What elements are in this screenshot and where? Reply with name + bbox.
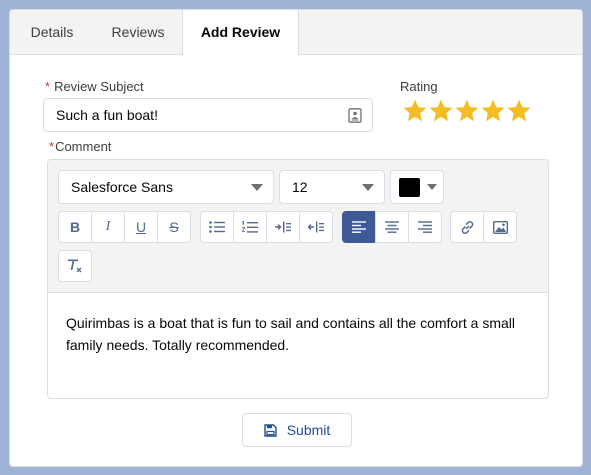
review-card: Details Reviews Add Review * Review Subje… xyxy=(9,9,583,467)
strikethrough-icon: S xyxy=(169,219,179,235)
outdent-icon xyxy=(308,221,324,233)
align-right-icon xyxy=(418,221,432,233)
star-rating xyxy=(402,98,532,129)
tab-bar: Details Reviews Add Review xyxy=(10,10,582,56)
link-icon xyxy=(461,220,473,234)
star-icon[interactable] xyxy=(454,98,480,124)
align-left-icon xyxy=(352,221,366,233)
clear-format-group xyxy=(58,250,92,282)
chevron-down-icon xyxy=(362,184,374,191)
font-size-value: 12 xyxy=(292,179,308,195)
review-subject-input[interactable] xyxy=(43,98,373,132)
save-icon xyxy=(264,423,277,437)
font-family-select[interactable]: Salesforce Sans xyxy=(58,170,274,204)
chevron-down-icon xyxy=(251,184,263,191)
alignment-button-group xyxy=(342,211,442,243)
list-button-group xyxy=(200,211,333,243)
indent-icon xyxy=(275,221,291,233)
insert-button-group xyxy=(450,211,517,243)
outdent-button[interactable] xyxy=(299,211,333,243)
comment-label: *Comment xyxy=(49,139,111,154)
review-subject-label-text: Review Subject xyxy=(54,79,144,94)
required-marker: * xyxy=(49,139,55,154)
numbered-list-icon xyxy=(242,220,258,233)
format-button-group: B I U S xyxy=(58,211,191,243)
submit-button[interactable]: Submit xyxy=(242,413,352,447)
insert-image-button[interactable] xyxy=(483,211,517,243)
chevron-down-icon xyxy=(427,184,437,190)
numbered-list-button[interactable] xyxy=(233,211,267,243)
font-family-value: Salesforce Sans xyxy=(71,179,173,195)
align-left-button[interactable] xyxy=(342,211,376,243)
insert-link-button[interactable] xyxy=(450,211,484,243)
align-center-button[interactable] xyxy=(375,211,409,243)
color-swatch xyxy=(399,178,420,197)
comment-label-text: Comment xyxy=(55,139,112,154)
clear-formatting-button[interactable] xyxy=(58,250,92,282)
rating-label: Rating xyxy=(400,79,438,94)
clear-formatting-icon xyxy=(68,259,82,273)
star-icon[interactable] xyxy=(506,98,532,124)
rich-text-editor: Salesforce Sans 12 B I U S Quirimbas is … xyxy=(47,159,549,399)
review-subject-label: * Review Subject xyxy=(45,79,144,94)
tab-add-review[interactable]: Add Review xyxy=(182,10,299,56)
bulleted-list-icon xyxy=(209,221,225,233)
star-icon[interactable] xyxy=(480,98,506,124)
underline-icon: U xyxy=(135,219,147,235)
italic-icon: I xyxy=(105,219,111,234)
star-icon[interactable] xyxy=(402,98,428,124)
editor-content[interactable]: Quirimbas is a boat that is fun to sail … xyxy=(66,312,536,356)
indent-button[interactable] xyxy=(266,211,300,243)
italic-button[interactable]: I xyxy=(91,211,125,243)
tab-reviews[interactable]: Reviews xyxy=(94,10,182,55)
tab-details[interactable]: Details xyxy=(10,10,94,55)
editor-toolbar: Salesforce Sans 12 B I U S xyxy=(48,160,548,293)
contact-card-icon xyxy=(348,108,362,123)
align-center-icon xyxy=(385,221,399,233)
required-marker: * xyxy=(45,79,51,94)
bulleted-list-button[interactable] xyxy=(200,211,234,243)
strikethrough-button[interactable]: S xyxy=(157,211,191,243)
underline-button[interactable]: U xyxy=(124,211,158,243)
align-right-button[interactable] xyxy=(408,211,442,243)
star-icon[interactable] xyxy=(428,98,454,124)
bold-button[interactable]: B xyxy=(58,211,92,243)
bold-icon: B xyxy=(69,219,81,235)
submit-label: Submit xyxy=(286,422,331,438)
image-icon xyxy=(492,220,508,234)
font-size-select[interactable]: 12 xyxy=(279,170,385,204)
text-color-picker[interactable] xyxy=(390,170,444,204)
